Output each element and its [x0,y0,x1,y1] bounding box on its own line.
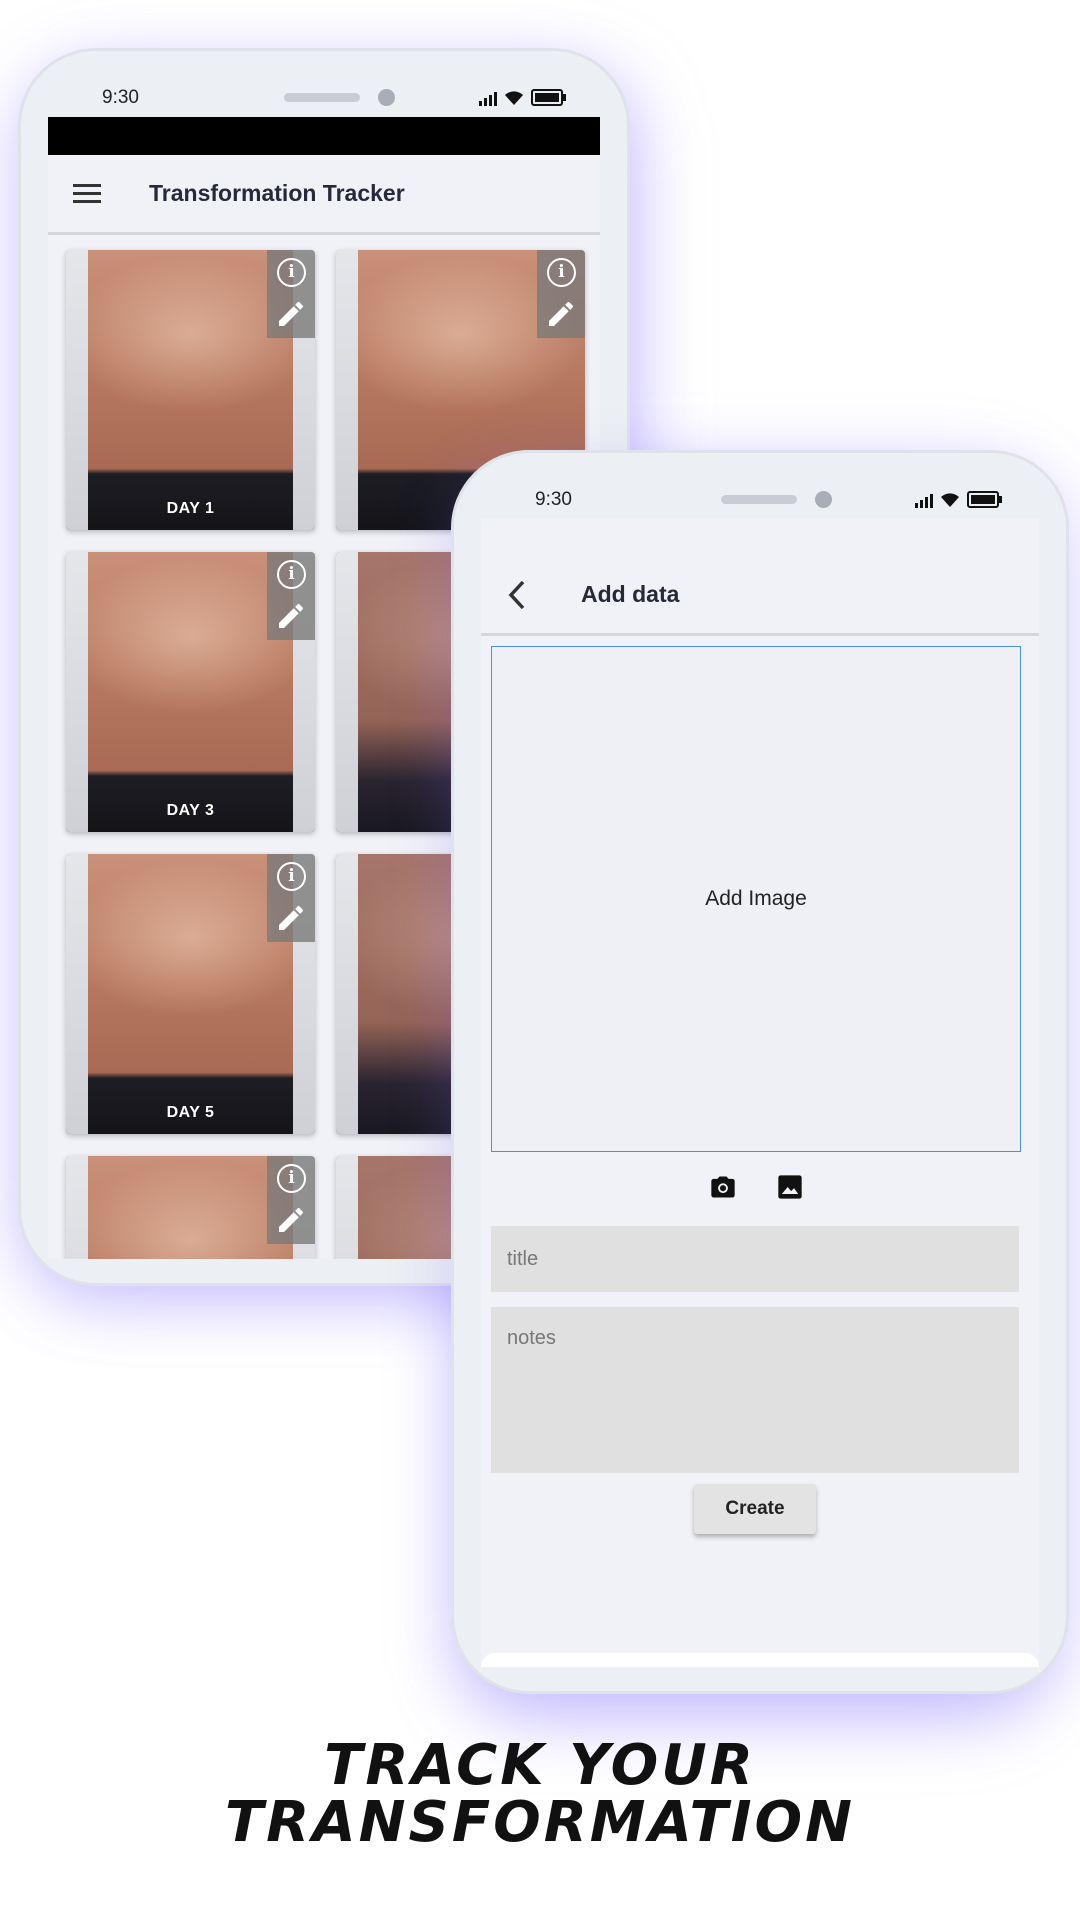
info-icon[interactable]: i [277,258,306,287]
camera-dot [378,89,395,106]
signal-icon [479,92,497,106]
black-banner [48,117,600,155]
camera-icon[interactable] [708,1173,738,1201]
screen-front: Add data Add Image title notes Create [481,519,1039,1667]
gallery-icon[interactable] [776,1173,804,1201]
title-placeholder: title [507,1248,539,1270]
battery-icon [531,89,566,106]
chevron-left-icon[interactable] [506,579,528,611]
edit-icon[interactable] [275,902,307,934]
tile-background [66,250,88,530]
app-title: Add data [581,581,680,607]
system-icons [915,491,1002,508]
app-bar: Transformation Tracker [48,155,600,235]
tile-day-label: DAY 5 [166,1104,215,1121]
speaker [284,93,360,102]
edit-icon[interactable] [275,600,307,632]
tile-background [336,552,358,832]
photo-tile[interactable]: i DAY 5 [66,854,315,1134]
create-button[interactable]: Create [694,1484,816,1534]
info-icon[interactable]: i [277,1164,306,1193]
tile-actions: i [267,552,315,640]
signal-icon [915,494,933,508]
tile-actions: i [267,1156,315,1244]
camera-dot [815,491,832,508]
headline-line-2: TRANSFORMATION [224,1790,856,1855]
info-icon[interactable]: i [277,560,306,589]
notes-placeholder: notes [507,1327,556,1349]
tile-day-label: DAY 3 [166,802,215,819]
tile-actions: i [537,250,585,338]
speaker [721,495,797,504]
bottom-bar [481,1653,1039,1667]
headline-line-1: TRACK YOUR [324,1733,756,1798]
info-icon[interactable]: i [277,862,306,891]
app-bar: Add data [481,557,1039,636]
wifi-icon [941,493,959,507]
photo-tile[interactable]: i DAY 1 [66,250,315,530]
tile-background [66,1156,88,1259]
tile-background [66,854,88,1134]
photo-tile[interactable]: i DAY 3 [66,552,315,832]
tile-actions: i [267,854,315,942]
info-icon[interactable]: i [547,258,576,287]
tile-actions: i [267,250,315,338]
system-icons [479,89,566,106]
phone-front: 9:30 Add data Add Image title notes Crea… [451,450,1069,1694]
tile-day-label: DAY 1 [166,500,215,517]
menu-icon[interactable] [73,183,101,205]
photo-tile[interactable]: i [66,1156,315,1259]
title-field[interactable]: title [491,1226,1019,1292]
wifi-icon [505,91,523,105]
battery-icon [967,491,1002,508]
tile-background [336,250,358,530]
status-time: 9:30 [102,87,139,108]
add-image-label: Add Image [705,887,807,910]
add-image-area[interactable]: Add Image [491,646,1021,1152]
tile-background [336,1156,358,1259]
tile-background [66,552,88,832]
edit-icon[interactable] [275,298,307,330]
notes-field[interactable]: notes [491,1307,1019,1473]
status-time: 9:30 [535,489,572,510]
edit-icon[interactable] [545,298,577,330]
edit-icon[interactable] [275,1204,307,1236]
tile-background [336,854,358,1134]
app-title: Transformation Tracker [149,180,405,206]
